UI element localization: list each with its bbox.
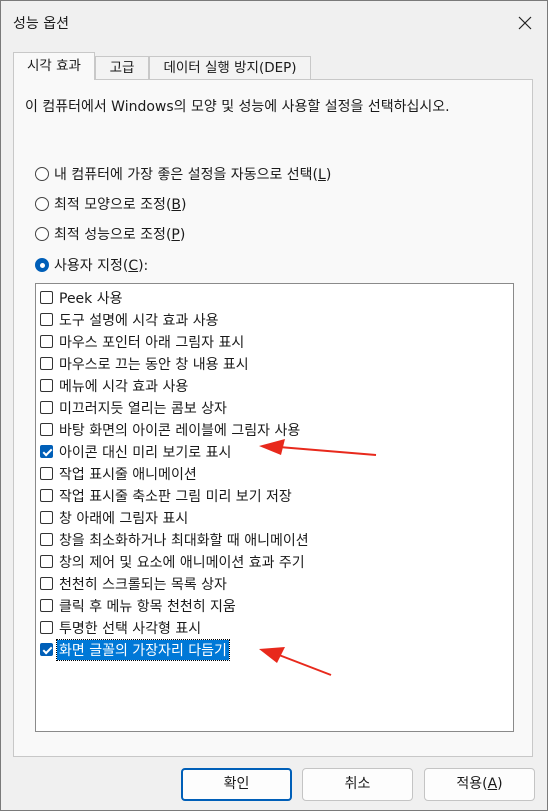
option-label: 천천히 스크롤되는 목록 상자	[59, 576, 227, 593]
window-title: 성능 옵션	[13, 16, 69, 32]
option-item[interactable]: 마우스로 끄는 동안 창 내용 표시	[40, 353, 249, 374]
radio-button[interactable]	[35, 258, 49, 272]
radio-button[interactable]	[35, 197, 49, 211]
option-label: 마우스로 끄는 동안 창 내용 표시	[59, 356, 249, 373]
option-checkbox[interactable]	[40, 291, 53, 304]
option-checkbox[interactable]	[40, 489, 53, 502]
radio-button[interactable]	[35, 167, 49, 181]
option-checkbox[interactable]	[40, 555, 53, 568]
radio-label: 최적 성능으로 조정(P)	[54, 227, 186, 243]
cancel-button[interactable]: 취소	[302, 768, 413, 801]
option-checkbox[interactable]	[40, 423, 53, 436]
performance-options-dialog: 성능 옵션 시각 효과 고급 데이터 실행 방지(DEP) 이 컴퓨터에서 Wi…	[0, 0, 548, 811]
option-item[interactable]: 작업 표시줄 애니메이션	[40, 463, 197, 484]
radio-label: 최적 모양으로 조정(B)	[54, 197, 187, 213]
option-checkbox[interactable]	[40, 511, 53, 524]
option-checkbox[interactable]	[40, 313, 53, 326]
option-checkbox[interactable]	[40, 577, 53, 590]
option-label: Peek 사용	[59, 290, 123, 307]
option-checkbox[interactable]	[40, 599, 53, 612]
radio-custom[interactable]: 사용자 지정(C):	[35, 255, 148, 275]
description-text: 이 컴퓨터에서 Windows의 모양 및 성능에 사용할 설정을 선택하십시오…	[25, 99, 450, 115]
radio-button[interactable]	[35, 227, 49, 241]
option-checkbox[interactable]	[40, 401, 53, 414]
option-label: 화면 글꼴의 가장자리 다듬기	[56, 638, 230, 661]
option-label: 미끄러지듯 열리는 콤보 상자	[59, 400, 227, 417]
option-checkbox[interactable]	[40, 357, 53, 370]
option-label: 클릭 후 메뉴 항목 천천히 지움	[59, 598, 236, 615]
option-item[interactable]: 클릭 후 메뉴 항목 천천히 지움	[40, 595, 236, 616]
option-checkbox[interactable]	[40, 621, 53, 634]
option-label: 창의 제어 및 요소에 애니메이션 효과 주기	[59, 554, 305, 571]
option-item[interactable]: 아이콘 대신 미리 보기로 표시	[40, 441, 231, 462]
visual-effects-list[interactable]: Peek 사용도구 설명에 시각 효과 사용마우스 포인터 아래 그림자 표시마…	[35, 283, 514, 732]
option-checkbox[interactable]	[40, 335, 53, 348]
radio-label: 사용자 지정(C):	[54, 258, 149, 274]
option-checkbox[interactable]	[40, 445, 53, 458]
option-checkbox[interactable]	[40, 379, 53, 392]
close-button[interactable]	[507, 5, 543, 41]
option-checkbox[interactable]	[40, 467, 53, 480]
option-item[interactable]: 도구 설명에 시각 효과 사용	[40, 309, 218, 330]
option-label: 창 아래에 그림자 표시	[59, 510, 189, 527]
radio-auto[interactable]: 내 컴퓨터에 가장 좋은 설정을 자동으로 선택(L)	[35, 164, 331, 184]
tab-advanced[interactable]: 고급	[95, 56, 149, 79]
option-item[interactable]: 메뉴에 시각 효과 사용	[40, 375, 188, 396]
tab-dep[interactable]: 데이터 실행 방지(DEP)	[149, 56, 311, 79]
radio-best-appearance[interactable]: 최적 모양으로 조정(B)	[35, 194, 186, 214]
option-label: 도구 설명에 시각 효과 사용	[59, 312, 219, 329]
radio-label: 내 컴퓨터에 가장 좋은 설정을 자동으로 선택(L)	[54, 167, 332, 183]
option-label: 창을 최소화하거나 최대화할 때 애니메이션	[59, 532, 309, 549]
option-item[interactable]: 창을 최소화하거나 최대화할 때 애니메이션	[40, 529, 309, 550]
option-item[interactable]: 창 아래에 그림자 표시	[40, 507, 188, 528]
option-label: 아이콘 대신 미리 보기로 표시	[59, 444, 232, 461]
option-label: 투명한 선택 사각형 표시	[59, 620, 202, 637]
close-icon	[518, 16, 532, 30]
option-label: 바탕 화면의 아이콘 레이블에 그림자 사용	[59, 422, 301, 439]
apply-button[interactable]: 적용(A)	[424, 768, 535, 801]
option-item[interactable]: 바탕 화면의 아이콘 레이블에 그림자 사용	[40, 419, 300, 440]
option-item[interactable]: 창의 제어 및 요소에 애니메이션 효과 주기	[40, 551, 305, 572]
option-checkbox[interactable]	[40, 533, 53, 546]
option-item[interactable]: 화면 글꼴의 가장자리 다듬기	[40, 638, 230, 661]
option-item[interactable]: 미끄러지듯 열리는 콤보 상자	[40, 397, 227, 418]
option-label: 작업 표시줄 축소판 그림 미리 보기 저장	[59, 488, 292, 505]
tab-visual-effects[interactable]: 시각 효과	[13, 52, 95, 80]
title-bar: 성능 옵션	[1, 1, 547, 45]
option-item[interactable]: Peek 사용	[40, 287, 123, 308]
radio-best-performance[interactable]: 최적 성능으로 조정(P)	[35, 224, 185, 244]
option-item[interactable]: 마우스 포인터 아래 그림자 표시	[40, 331, 244, 352]
option-label: 작업 표시줄 애니메이션	[59, 466, 197, 483]
option-item[interactable]: 작업 표시줄 축소판 그림 미리 보기 저장	[40, 485, 292, 506]
ok-button[interactable]: 확인	[181, 768, 292, 801]
option-item[interactable]: 투명한 선택 사각형 표시	[40, 617, 201, 638]
option-label: 마우스 포인터 아래 그림자 표시	[59, 334, 245, 351]
option-label: 메뉴에 시각 효과 사용	[59, 378, 189, 395]
option-item[interactable]: 천천히 스크롤되는 목록 상자	[40, 573, 227, 594]
option-checkbox[interactable]	[40, 643, 53, 656]
